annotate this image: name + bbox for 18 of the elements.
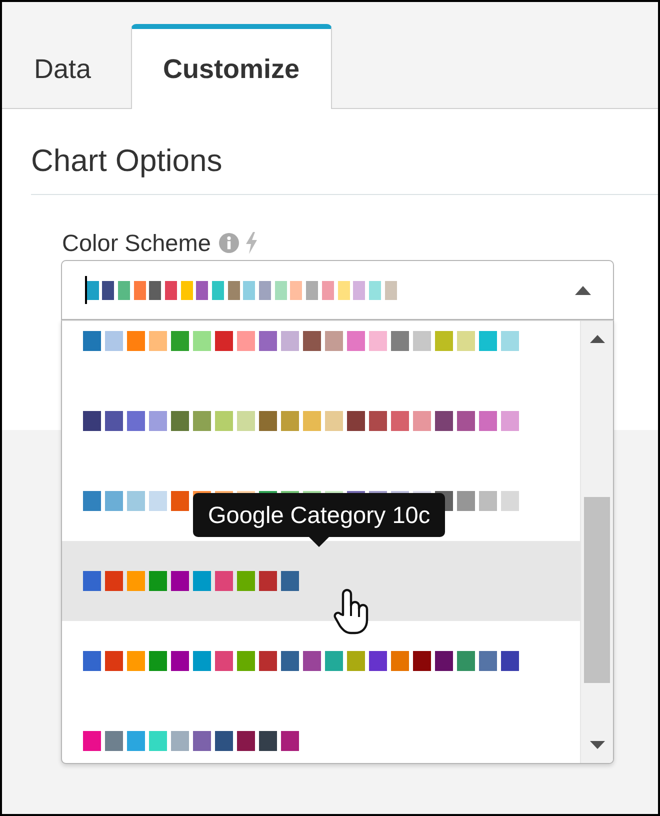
- field-label: Color Scheme: [62, 229, 211, 257]
- tooltip-arrow-icon: [309, 537, 330, 547]
- scroll-up-arrow-icon[interactable]: [590, 335, 604, 343]
- scrollbar[interactable]: [580, 321, 613, 763]
- color-scheme-option[interactable]: [83, 731, 299, 751]
- color-scheme-option[interactable]: [83, 571, 299, 591]
- section-title: Chart Options: [31, 143, 224, 179]
- tab[interactable]: Data: [2, 24, 124, 109]
- caret-up-icon[interactable]: [575, 286, 591, 294]
- color-scheme-option[interactable]: [83, 651, 519, 671]
- tooltip: Google Category 10c: [193, 493, 446, 537]
- color-scheme-select[interactable]: [61, 260, 614, 320]
- scroll-down-arrow-icon[interactable]: [590, 741, 604, 749]
- color-scheme-option[interactable]: [83, 331, 519, 351]
- scrollbar-thumb[interactable]: [584, 497, 610, 683]
- tab[interactable]: Customize: [131, 24, 332, 109]
- hand-cursor-icon: [333, 587, 370, 635]
- color-scheme-option[interactable]: [83, 411, 519, 431]
